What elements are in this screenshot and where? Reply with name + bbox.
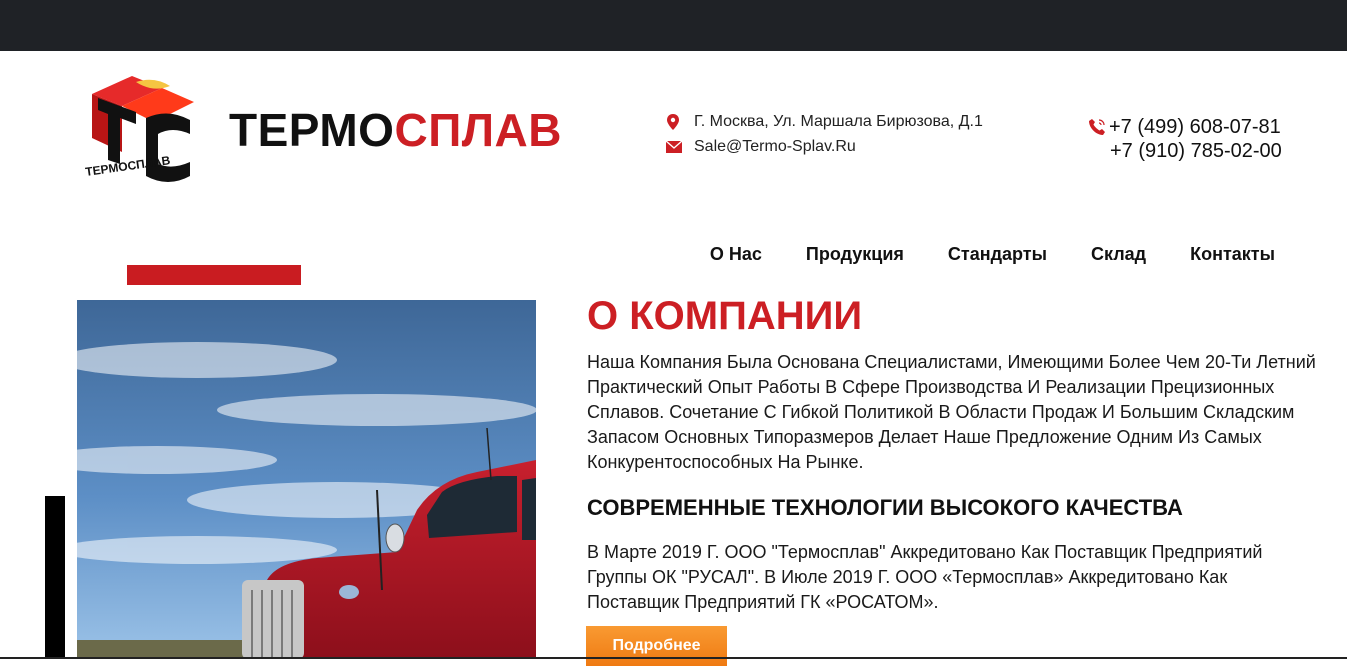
decorative-red-bar xyxy=(127,265,301,285)
accreditation-paragraph: В Марте 2019 Г. ООО "Термосплав" Аккреди… xyxy=(587,542,1263,612)
nav-item-warehouse[interactable]: Склад xyxy=(1091,243,1146,265)
brand-name-part1: ТЕРМО xyxy=(229,104,395,156)
logo-cube-icon: ТЕРМОСПЛАВ xyxy=(84,76,194,182)
nav-item-standards[interactable]: Стандарты xyxy=(948,243,1047,265)
company-logo[interactable]: ТЕРМОСПЛАВ xyxy=(84,72,200,188)
nav-item-about[interactable]: О Нас xyxy=(710,243,762,265)
email-link[interactable]: Sale@Termo-Splav.Ru xyxy=(694,138,856,156)
more-button[interactable]: Подробнее xyxy=(586,626,727,666)
hero-truck-image xyxy=(77,300,536,659)
map-pin-icon xyxy=(666,114,682,130)
email[interactable]: Sale@Termo-Splav.Ru xyxy=(665,138,856,156)
envelope-icon xyxy=(665,139,683,155)
phone-block: +7 (499) 608-07-81 +7 (910) 785-02-00 xyxy=(1088,115,1282,163)
phone-icon xyxy=(1088,118,1106,136)
phone-2[interactable]: +7 (910) 785-02-00 xyxy=(1110,139,1282,163)
phone-1[interactable]: +7 (499) 608-07-81 xyxy=(1109,115,1281,139)
phone-line-2[interactable]: +7 (910) 785-02-00 xyxy=(1088,139,1282,163)
brand-name[interactable]: ТЕРМОСПЛАВ xyxy=(229,103,562,157)
section-subtitle: СОВРЕМЕННЫЕ ТЕХНОЛОГИИ ВЫСОКОГО КАЧЕСТВА xyxy=(587,495,1183,520)
nav-item-products[interactable]: Продукция xyxy=(806,243,904,265)
brand-name-part2: СПЛАВ xyxy=(394,104,562,156)
address-text: Г. Москва, Ул. Маршала Бирюзова, Д.1 xyxy=(694,113,983,130)
nav-item-contacts[interactable]: Контакты xyxy=(1190,243,1275,265)
phone-line-1[interactable]: +7 (499) 608-07-81 xyxy=(1088,115,1282,139)
about-paragraph: Наша Компания Была Основана Специалистам… xyxy=(587,352,1316,472)
decorative-black-bar xyxy=(45,496,65,659)
section-title-about: О КОМПАНИИ xyxy=(587,294,863,338)
top-bar xyxy=(0,0,1347,51)
address: Г. Москва, Ул. Маршала Бирюзова, Д.1 xyxy=(666,113,983,131)
main-nav: О Нас Продукция Стандарты Склад Контакты xyxy=(666,243,1275,265)
